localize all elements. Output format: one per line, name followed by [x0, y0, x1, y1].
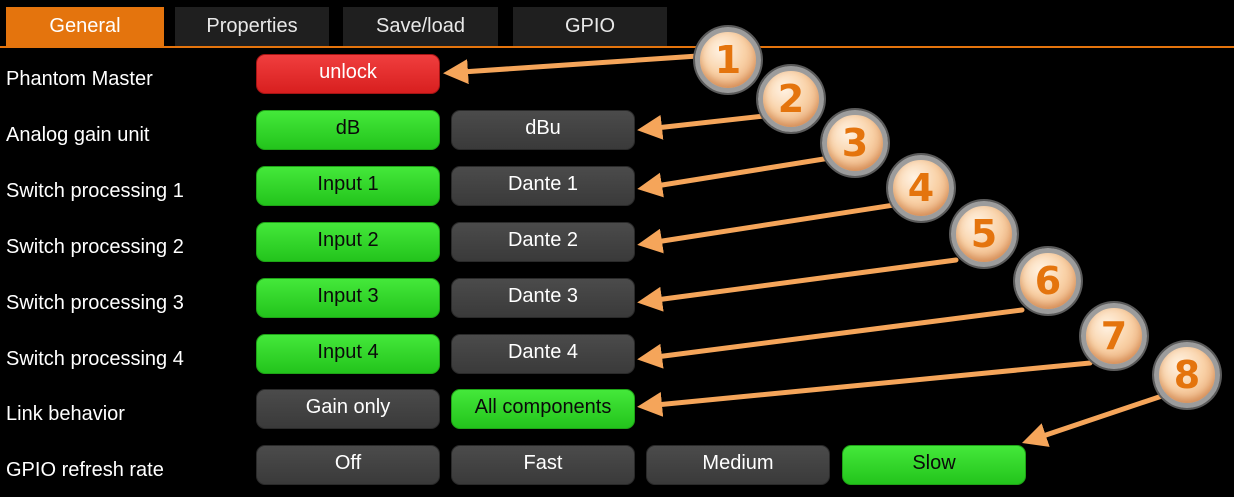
tab-bar: General Properties Save/load GPIO [0, 0, 1234, 48]
link-all-components-button[interactable]: All components [451, 389, 635, 429]
gpio-refresh-slow-button[interactable]: Slow [842, 445, 1026, 485]
gain-unit-db-button[interactable]: dB [256, 110, 440, 150]
phantom-master-unlock-button[interactable]: unlock [256, 54, 440, 94]
gpio-refresh-fast-button[interactable]: Fast [451, 445, 635, 485]
arrow-1 [443, 53, 701, 85]
arrow-3 [637, 155, 833, 198]
switch-2-dante-button[interactable]: Dante 2 [451, 222, 635, 262]
switch-4-dante-button[interactable]: Dante 4 [451, 334, 635, 374]
callout-badge-1: 1 [695, 27, 761, 93]
switch-3-dante-button[interactable]: Dante 3 [451, 278, 635, 318]
callout-badge-7: 7 [1081, 303, 1147, 369]
analog-gain-unit-label: Analog gain unit [6, 124, 150, 146]
button-label: Input 4 [317, 341, 379, 363]
button-label: dB [335, 117, 361, 139]
switch-4-input-button[interactable]: Input 4 [256, 334, 440, 374]
switch-processing-3-label: Switch processing 3 [6, 292, 184, 314]
tab-general[interactable]: General [6, 7, 164, 46]
callout-badge-3: 3 [822, 110, 888, 176]
switch-1-dante-button[interactable]: Dante 1 [451, 166, 635, 206]
button-label: Medium [702, 452, 774, 474]
button-label: Dante 1 [507, 173, 579, 195]
tab-underline [0, 46, 1234, 48]
switch-2-input-button[interactable]: Input 2 [256, 222, 440, 262]
callout-badge-4: 4 [888, 155, 954, 221]
button-label: Off [334, 452, 362, 474]
callout-badge-6: 6 [1015, 248, 1081, 314]
arrow-5 [637, 257, 959, 312]
callout-badge-8: 8 [1154, 342, 1220, 408]
tab-gpio[interactable]: GPIO [513, 7, 667, 46]
arrow-6 [637, 307, 1025, 369]
link-gain-only-button[interactable]: Gain only [256, 389, 440, 429]
tab-save-load[interactable]: Save/load [343, 7, 498, 46]
gpio-refresh-medium-button[interactable]: Medium [646, 445, 830, 485]
button-label: Input 2 [317, 229, 379, 251]
button-label: Slow [912, 452, 956, 474]
switch-processing-1-label: Switch processing 1 [6, 180, 184, 202]
arrow-2 [637, 113, 767, 140]
phantom-master-label: Phantom Master [6, 68, 153, 90]
button-label: Dante 3 [507, 285, 579, 307]
button-label: Fast [523, 452, 563, 474]
switch-processing-4-label: Switch processing 4 [6, 348, 184, 370]
arrow-4 [637, 202, 897, 254]
arrow-7 [637, 360, 1093, 417]
switch-3-input-button[interactable]: Input 3 [256, 278, 440, 318]
gpio-refresh-off-button[interactable]: Off [256, 445, 440, 485]
button-label: unlock [319, 61, 377, 83]
tab-properties[interactable]: Properties [175, 7, 329, 46]
gpio-refresh-rate-label: GPIO refresh rate [6, 459, 164, 481]
button-label: All components [474, 396, 612, 418]
gain-unit-dbu-button[interactable]: dBu [451, 110, 635, 150]
button-label: Gain only [305, 396, 391, 418]
switch-1-input-button[interactable]: Input 1 [256, 166, 440, 206]
button-label: Dante 4 [507, 341, 579, 363]
button-label: Input 3 [317, 285, 379, 307]
button-label: dBu [525, 117, 561, 139]
switch-processing-2-label: Switch processing 2 [6, 236, 184, 258]
link-behavior-label: Link behavior [6, 403, 125, 425]
callout-badge-5: 5 [951, 201, 1017, 267]
callout-badge-2: 2 [758, 66, 824, 132]
arrow-8 [1021, 393, 1165, 447]
button-label: Dante 2 [507, 229, 579, 251]
button-label: Input 1 [317, 173, 379, 195]
